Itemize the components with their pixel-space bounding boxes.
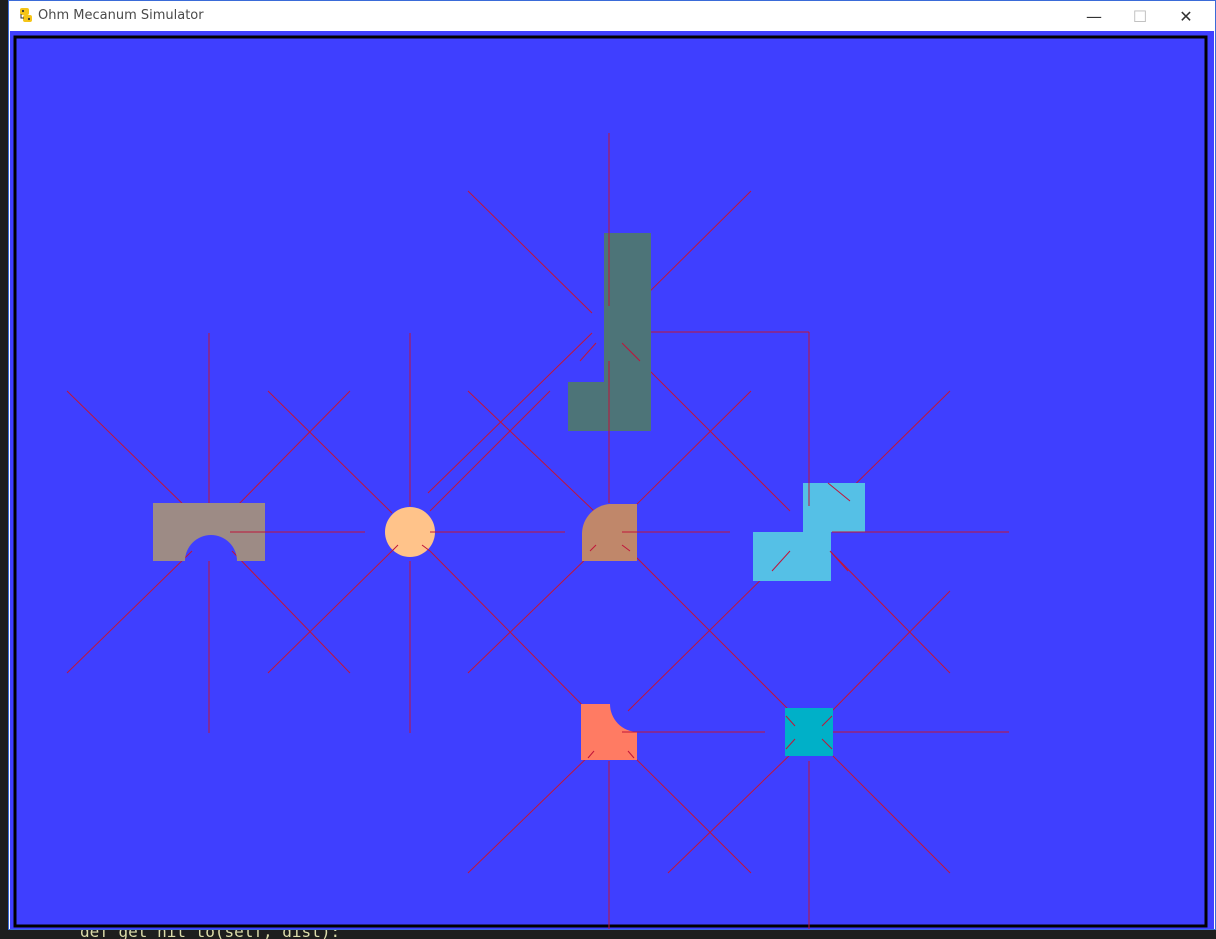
scene-background: [10, 31, 1214, 929]
title-bar[interactable]: Ohm Mecanum Simulator — ☐ ✕: [9, 1, 1215, 31]
robot-square[interactable]: [785, 708, 833, 756]
simulation-scene: [10, 31, 1214, 929]
close-button[interactable]: ✕: [1163, 1, 1209, 31]
simulation-canvas[interactable]: [10, 31, 1214, 929]
window-title: Ohm Mecanum Simulator: [38, 8, 204, 23]
minimize-button[interactable]: —: [1071, 1, 1117, 31]
maximize-button[interactable]: ☐: [1117, 1, 1163, 31]
simulator-window: Ohm Mecanum Simulator — ☐ ✕: [8, 0, 1216, 930]
python-snake-icon: [20, 8, 32, 22]
